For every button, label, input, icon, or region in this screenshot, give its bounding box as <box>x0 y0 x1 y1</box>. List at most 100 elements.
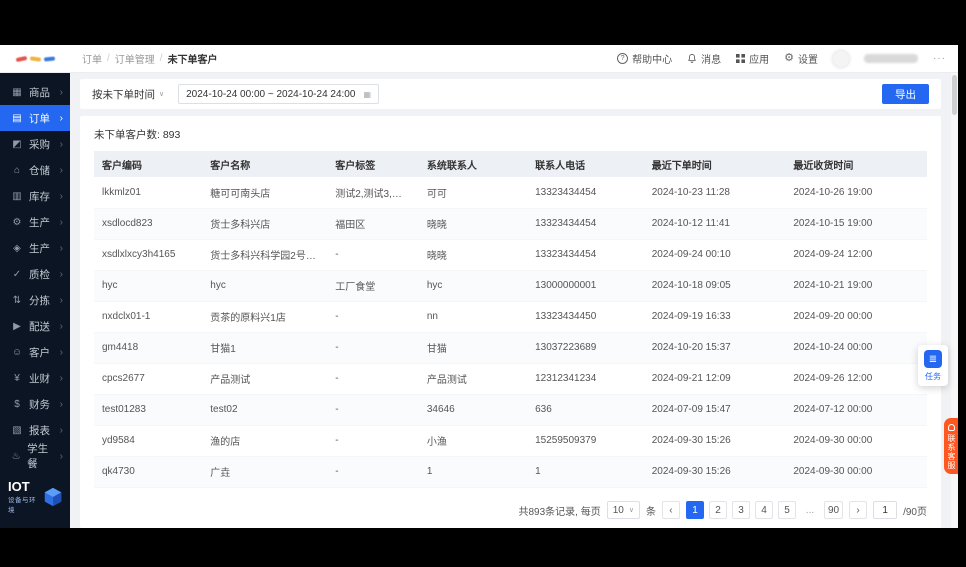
page-size-select[interactable]: 10 ∨ <box>606 501 640 519</box>
sidebar-item-14[interactable]: ♨ 学生餐 › <box>0 443 70 470</box>
table-row: cpcs2677 产品测试 - 产品测试 12312341234 2024-09-21 1… <box>94 363 927 395</box>
sidebar-item-icon: $ <box>14 398 20 410</box>
sidebar-item-5[interactable]: ⚙ 生产 › <box>0 209 70 235</box>
sidebar-item-12[interactable]: $ 财务 › <box>0 391 70 417</box>
table-cell: 2024-09-24 12:00 <box>785 239 927 271</box>
more-icon[interactable]: ··· <box>933 53 946 64</box>
sidebar-item-0[interactable]: ▦ 商品 › <box>0 79 70 105</box>
pagination-next[interactable]: › <box>849 501 868 519</box>
brand-logo[interactable] <box>0 45 70 72</box>
table-cell: 13323434454 <box>527 208 644 240</box>
table-cell: 2024-10-21 19:00 <box>785 270 927 302</box>
pagination-page-5[interactable]: 5 <box>777 501 796 519</box>
table-cell: 1 <box>527 456 644 488</box>
sidebar-item-icon: ☺ <box>11 346 23 358</box>
sidebar-item-10[interactable]: ☺ 客户 › <box>0 339 70 365</box>
settings-button[interactable]: ⚙ 设置 <box>784 51 818 67</box>
breadcrumb-item-order-management[interactable]: 订单管理 <box>115 51 155 66</box>
messages-button[interactable]: 消息 <box>687 51 721 66</box>
table-cell: 13323434454 <box>527 239 644 271</box>
chevron-right-icon: › <box>59 112 63 124</box>
sidebar-item-icon: ⌂ <box>13 164 21 176</box>
page-total-text: /90页 <box>903 506 927 518</box>
table-row: nxdclx01-1 贡茶的原料兴1店 - nn 13323434450 2024-09-… <box>94 301 927 333</box>
customer-service-button[interactable]: 联系客服 <box>944 418 958 474</box>
table-cell: 晓晓 <box>418 208 528 240</box>
filter-type-dropdown[interactable]: 按未下单时间 ∨ <box>92 87 164 102</box>
sidebar-item-icon: ▦ <box>12 86 22 98</box>
page-size-value: 10 <box>612 504 624 516</box>
table-cell: 产品测试 <box>418 363 528 395</box>
chevron-right-icon: › <box>59 424 63 436</box>
table-cell: 甘猫1 <box>202 332 328 364</box>
pagination-page-1[interactable]: 1 <box>685 501 704 519</box>
apps-button[interactable]: 应用 <box>736 51 769 66</box>
pagination-ellipsis[interactable]: ... <box>800 501 819 519</box>
date-range-input[interactable]: 2024-10-24 00:00 ~ 2024-10-24 24:00 ▦ <box>178 84 379 104</box>
sidebar-item-icon: ✓ <box>12 268 22 280</box>
customer-table-body: lkkmlz01 糖可可南头店 测试2,测试3,测试4... 可可 1332343445… <box>94 177 927 488</box>
pagination: 共893条记录, 每页 10 ∨ 条 ‹ 12345...90 › /90页 <box>94 492 927 522</box>
sidebar-item-6[interactable]: ◈ 生产 › <box>0 235 70 261</box>
scrollbar-thumb[interactable] <box>952 75 957 115</box>
pagination-page-2[interactable]: 2 <box>708 501 727 519</box>
table-cell: - <box>327 425 419 457</box>
task-float-button[interactable]: ≣ 任务 <box>918 345 948 386</box>
table-row: qk4730 广垚 -1 1 2024-09-30 15:26 2024-09-30 00… <box>94 456 927 488</box>
sidebar-item-9[interactable]: ▶ 配送 › <box>0 313 70 339</box>
settings-label: 设置 <box>798 55 818 66</box>
sidebar-item-2[interactable]: ◩ 采购 › <box>0 131 70 157</box>
table-cell: 2024-10-15 19:00 <box>785 208 927 240</box>
chevron-right-icon: › <box>59 138 63 150</box>
chevron-right-icon: › <box>59 164 63 176</box>
sidebar-item-7[interactable]: ✓ 质检 › <box>0 261 70 287</box>
logo-shape <box>43 55 55 62</box>
table-cell: 2024-09-30 15:26 <box>643 425 786 457</box>
table-cell: 13323434450 <box>527 301 644 333</box>
column-header: 最近收货时间 <box>785 151 927 177</box>
calendar-icon: ▦ <box>363 89 371 99</box>
table-cell: 2024-09-30 00:00 <box>785 456 927 488</box>
table-cell: 2024-09-30 00:00 <box>785 425 927 457</box>
header-actions: ? 帮助中心 消息 应用 ⚙ 设置 ··· <box>617 50 958 67</box>
question-circle-icon: ? <box>617 53 629 64</box>
sidebar-item-3[interactable]: ⌂ 仓储 › <box>0 157 70 183</box>
chevron-right-icon: › <box>59 320 63 332</box>
pagination-page-3[interactable]: 3 <box>731 501 750 519</box>
table-cell: 2024-09-20 00:00 <box>785 301 927 333</box>
table-cell: - <box>327 394 419 426</box>
breadcrumb-item-orders[interactable]: 订单 <box>82 51 102 66</box>
table-cell: 2024-10-12 11:41 <box>643 208 786 240</box>
sidebar-item-8[interactable]: ⇅ 分拣 › <box>0 287 70 313</box>
table-cell: 渔的店 <box>202 425 328 457</box>
avatar[interactable] <box>833 50 849 67</box>
table-cell: 货士多科兴店 <box>202 208 328 240</box>
pagination-page-90[interactable]: 90 <box>823 501 844 519</box>
column-header: 客户标签 <box>327 151 419 177</box>
chevron-down-icon: ∨ <box>628 507 634 514</box>
help-center-button[interactable]: ? 帮助中心 <box>617 51 672 66</box>
export-button[interactable]: 导出 <box>882 84 929 104</box>
pagination-prev[interactable]: ‹ <box>661 501 680 519</box>
sidebar-item-icon: ▤ <box>12 112 22 124</box>
sidebar-item-1[interactable]: ▤ 订单 › <box>0 105 70 131</box>
table-cell: 可可 <box>418 177 528 209</box>
record-count-text: 共893条记录, 每页 <box>518 506 601 518</box>
table-cell: 工厂食堂 <box>327 270 419 302</box>
sidebar-item-icon: ▧ <box>12 424 22 436</box>
iot-logo-title: IOT <box>8 478 30 494</box>
table-cell: - <box>327 456 419 488</box>
chevron-right-icon: › <box>59 346 63 358</box>
breadcrumb: 订单 / 订单管理 / 未下单客户 <box>82 51 218 66</box>
chevron-right-icon: › <box>59 268 63 280</box>
page-jump-input[interactable] <box>873 501 898 519</box>
sidebar-item-4[interactable]: ▥ 库存 › <box>0 183 70 209</box>
pagination-page-4[interactable]: 4 <box>754 501 773 519</box>
iot-logo: IOT 设备与环境 <box>0 470 70 528</box>
table-cell: xsdlocd823 <box>94 208 203 240</box>
content-panel: 未下单客户数: 893 客户编码 客户名称 客户标签 系统联系人 联系人电话 最近下单时间… <box>80 116 941 528</box>
bell-icon <box>687 53 697 64</box>
sidebar-item-11[interactable]: ¥ 业财 › <box>0 365 70 391</box>
sidebar-item-13[interactable]: ▧ 报表 › <box>0 417 70 443</box>
table-cell: 贡茶的原料兴1店 <box>202 301 328 333</box>
